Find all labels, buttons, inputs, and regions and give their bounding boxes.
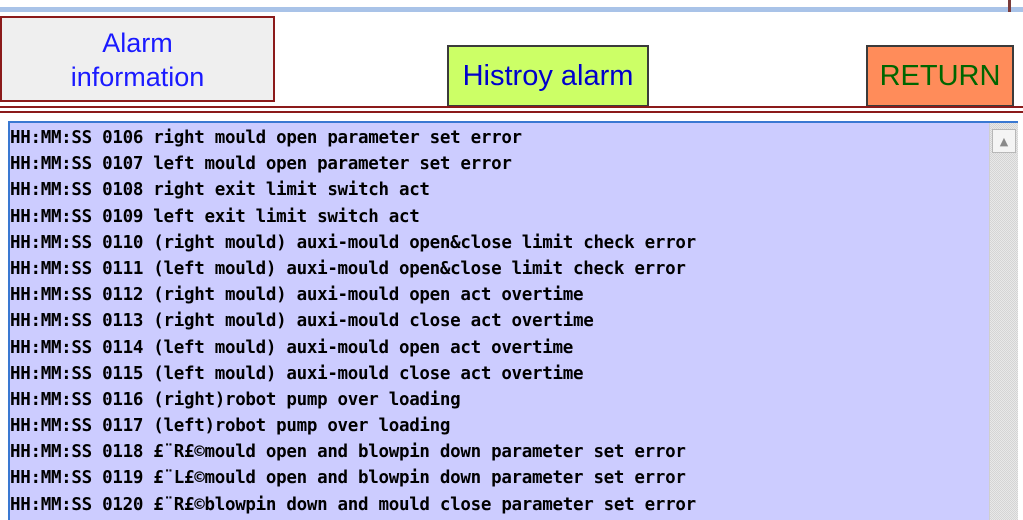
alarm-row[interactable]: HH:MM:SS 0115 (left mould) auxi-mould cl… — [10, 361, 986, 387]
alarm-row[interactable]: HH:MM:SS 0112 (right mould) auxi-mould o… — [10, 282, 986, 308]
alarm-row[interactable]: HH:MM:SS 0107 left mould open parameter … — [10, 151, 986, 177]
alarm-information-button[interactable]: Alarm information — [0, 16, 275, 102]
alarm-row[interactable]: HH:MM:SS 0111 (left mould) auxi-mould op… — [10, 256, 986, 282]
alarm-row[interactable]: HH:MM:SS 0108 right exit limit switch ac… — [10, 177, 986, 203]
top-corner-mark — [1008, 0, 1011, 12]
arrow-up-icon: ▲ — [999, 134, 1009, 148]
alarm-row[interactable]: HH:MM:SS 0113 (right mould) auxi-mould c… — [10, 308, 986, 334]
header-bar: Alarm information Histroy alarm RETURN — [0, 12, 1023, 108]
return-button[interactable]: RETURN — [866, 45, 1014, 107]
return-label: RETURN — [879, 59, 1001, 92]
alarm-list-panel[interactable]: HH:MM:SS 0106 right mould open parameter… — [8, 121, 1018, 520]
alarm-row[interactable]: HH:MM:SS 0119 £¨L£©mould open and blowpi… — [10, 465, 986, 491]
history-alarm-label: Histroy alarm — [462, 59, 634, 92]
alarm-row[interactable]: HH:MM:SS 0106 right mould open parameter… — [10, 125, 986, 151]
alarm-row[interactable]: HH:MM:SS 0120 £¨R£©blowpin down and moul… — [10, 492, 986, 518]
scroll-up-button[interactable]: ▲ — [992, 129, 1016, 153]
history-alarm-button[interactable]: Histroy alarm — [447, 45, 649, 107]
header-divider-upper — [0, 106, 1023, 108]
header-divider-lower — [0, 111, 1023, 113]
alarm-row[interactable]: HH:MM:SS 0114 (left mould) auxi-mould op… — [10, 335, 986, 361]
alarm-row[interactable]: HH:MM:SS 0109 left exit limit switch act — [10, 204, 986, 230]
alarm-row[interactable]: HH:MM:SS 0116 (right)robot pump over loa… — [10, 387, 986, 413]
alarm-row[interactable]: HH:MM:SS 0110 (right mould) auxi-mould o… — [10, 230, 986, 256]
alarm-row[interactable]: HH:MM:SS 0118 £¨R£©mould open and blowpi… — [10, 439, 986, 465]
alarm-list[interactable]: HH:MM:SS 0106 right mould open parameter… — [10, 125, 986, 518]
alarm-information-label: Alarm information — [70, 28, 205, 92]
alarm-list-scrollbar[interactable]: ▲ — [989, 123, 1018, 520]
top-strip — [0, 0, 1023, 12]
alarm-row[interactable]: HH:MM:SS 0117 (left)robot pump over load… — [10, 413, 986, 439]
